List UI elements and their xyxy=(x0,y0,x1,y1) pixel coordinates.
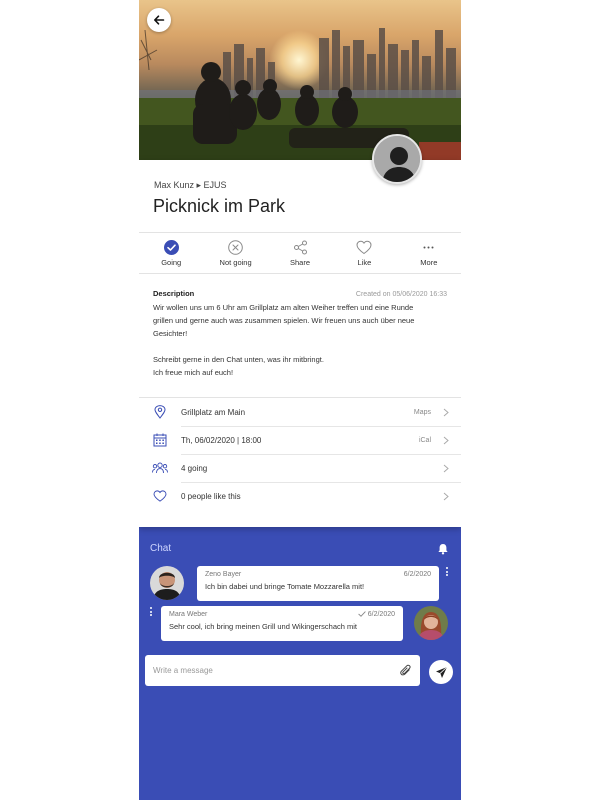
message-time: 6/2/2020 xyxy=(403,571,431,578)
not-going-button[interactable]: Not going xyxy=(203,233,267,273)
message-author: Zeno Bayer xyxy=(205,571,242,578)
going-button[interactable]: Going xyxy=(139,233,203,273)
likes-row[interactable]: 0 people like this xyxy=(139,482,461,510)
message-options-button[interactable] xyxy=(445,567,449,576)
message-time-with-check: 6/2/2020 xyxy=(358,611,395,618)
check-icon xyxy=(358,611,366,617)
attach-button[interactable] xyxy=(400,664,412,682)
description-text: Wir wollen uns um 6 Uhr am Grillplatz am… xyxy=(153,301,447,379)
chevron-right-icon xyxy=(443,408,449,416)
date-text: Th, 06/02/2020 | 18:00 xyxy=(181,435,262,445)
event-card: Max Kunz ▸ EJUS Picknick im Park Going N… xyxy=(139,160,461,527)
location-row[interactable]: Grillplatz am Main Maps xyxy=(139,398,461,426)
chat-message[interactable]: Zeno Bayer 6/2/2020 Ich bin dabei und br… xyxy=(197,566,439,601)
x-circle-icon xyxy=(228,239,243,255)
not-going-label: Not going xyxy=(219,257,252,267)
likes-text: 0 people like this xyxy=(181,491,241,501)
send-paper-plane-icon xyxy=(435,666,447,678)
message-text: Ich bin dabei und bringe Tomate Mozzarel… xyxy=(205,582,365,591)
send-button[interactable] xyxy=(429,660,453,684)
share-label: Share xyxy=(290,257,311,267)
message-composer xyxy=(145,655,420,686)
attendees-text: 4 going xyxy=(181,463,208,473)
back-button[interactable] xyxy=(147,8,171,32)
action-bar: Going Not going Share Like More xyxy=(139,233,461,273)
notifications-button[interactable] xyxy=(437,542,449,560)
created-timestamp: Created on 05/06/2020 16:33 xyxy=(355,291,447,298)
event-cover-image xyxy=(139,0,461,160)
chevron-right-icon xyxy=(443,492,449,500)
check-circle-icon xyxy=(163,239,179,255)
event-screen: Max Kunz ▸ EJUS Picknick im Park Going N… xyxy=(139,0,461,800)
more-button[interactable]: More xyxy=(397,233,461,273)
more-label: More xyxy=(420,257,438,267)
heart-outline-icon xyxy=(153,490,167,502)
divider xyxy=(139,273,461,274)
chat-heading: Chat xyxy=(150,543,172,554)
chevron-right-icon xyxy=(443,436,449,444)
ical-link[interactable]: iCal xyxy=(419,437,431,444)
heart-icon xyxy=(356,240,372,254)
description-line: Schreibt gerne in den Chat unten, was ih… xyxy=(153,355,324,364)
like-button[interactable]: Like xyxy=(332,233,396,273)
message-text: Sehr cool, ich bring meinen Grill und Wi… xyxy=(169,622,357,631)
message-options-button[interactable] xyxy=(149,607,153,616)
message-input[interactable] xyxy=(145,655,395,686)
sender-avatar[interactable] xyxy=(414,606,448,640)
chevron-right-icon xyxy=(443,464,449,472)
avatar-mara-image xyxy=(414,606,448,640)
description-line: Gesichter! xyxy=(153,329,188,338)
description-section: Description Created on 05/06/2020 16:33 … xyxy=(153,289,447,379)
attendees-row[interactable]: 4 going xyxy=(139,454,461,482)
like-label: Like xyxy=(357,257,372,267)
arrow-left-icon xyxy=(154,15,165,25)
description-line: grillen und gerne auch was zusammen spie… xyxy=(153,316,415,325)
message-time: 6/2/2020 xyxy=(367,611,395,618)
calendar-icon xyxy=(153,433,167,447)
sender-avatar[interactable] xyxy=(150,566,184,600)
paperclip-icon xyxy=(400,664,411,676)
maps-link[interactable]: Maps xyxy=(414,409,431,416)
bell-icon xyxy=(438,544,448,555)
going-label: Going xyxy=(161,257,182,267)
avatar-zeno-image xyxy=(150,566,184,600)
city-skyline-illustration xyxy=(139,28,461,160)
event-title: Picknick im Park xyxy=(153,196,286,216)
share-button[interactable]: Share xyxy=(268,233,332,273)
description-heading: Description xyxy=(153,289,195,298)
group-icon xyxy=(152,462,168,474)
description-line: Ich freue mich auf euch! xyxy=(153,368,234,377)
chat-message[interactable]: Mara Weber 6/2/2020 Sehr cool, ich bring… xyxy=(161,606,403,641)
location-text: Grillplatz am Main xyxy=(181,407,246,417)
host-avatar[interactable] xyxy=(372,134,422,184)
location-pin-icon xyxy=(154,405,166,419)
event-organizer[interactable]: Max Kunz ▸ EJUS xyxy=(154,180,227,191)
more-dots-icon xyxy=(423,246,434,248)
share-icon xyxy=(293,240,307,254)
description-line: Wir wollen uns um 6 Uhr am Grillplatz am… xyxy=(153,303,414,312)
date-row[interactable]: Th, 06/02/2020 | 18:00 iCal xyxy=(139,426,461,454)
